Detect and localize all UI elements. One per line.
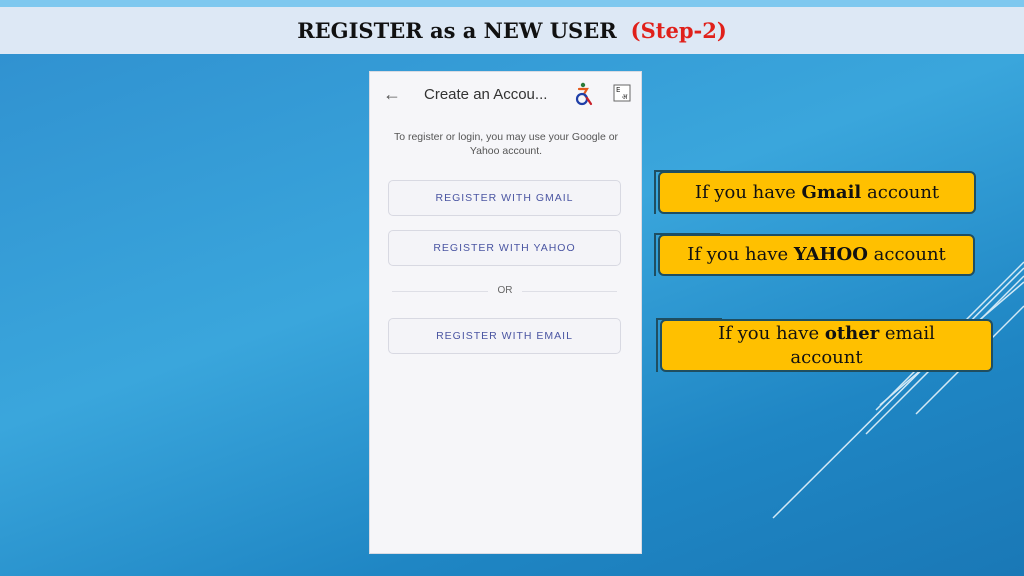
slide-title: REGISTER as a NEW USER bbox=[297, 18, 617, 43]
callout-other-prefix: If you have bbox=[718, 322, 825, 344]
callout-connector-other-v bbox=[656, 318, 658, 372]
back-arrow-icon[interactable]: ← bbox=[382, 84, 402, 105]
login-info-text: To register or login, you may use your G… bbox=[393, 131, 619, 157]
app-header: ← Create an Accou... E अ bbox=[370, 72, 641, 118]
callout-yahoo-suffix: account bbox=[867, 244, 946, 265]
or-label: OR bbox=[488, 285, 522, 296]
top-accent-strip bbox=[0, 0, 1024, 7]
accessibility-icon[interactable] bbox=[573, 82, 595, 106]
callout-gmail-prefix: If you have bbox=[694, 181, 802, 203]
callout-gmail-bold: Gmail bbox=[801, 181, 862, 203]
register-yahoo-button[interactable]: REGISTER WITH YAHOO bbox=[388, 230, 621, 266]
language-toggle-icon[interactable]: E अ bbox=[613, 84, 631, 102]
slide-step-label: (Step-2) bbox=[630, 18, 727, 43]
svg-text:अ: अ bbox=[622, 93, 628, 101]
slide-title-bar: REGISTER as a NEW USER (Step-2) bbox=[0, 7, 1024, 54]
register-email-button[interactable]: REGISTER WITH EMAIL bbox=[388, 318, 621, 354]
header-title: Create an Accou... bbox=[424, 86, 548, 103]
callout-gmail-suffix: account bbox=[861, 181, 940, 203]
callout-connector-gmail-v bbox=[654, 170, 656, 214]
register-gmail-button[interactable]: REGISTER WITH GMAIL bbox=[388, 180, 621, 216]
phone-screen: ← Create an Accou... E अ To register or … bbox=[370, 72, 641, 553]
callout-yahoo-prefix: If you have bbox=[687, 244, 794, 265]
callout-gmail: If you have Gmail account bbox=[658, 171, 976, 214]
svg-text:E: E bbox=[616, 86, 620, 94]
callout-other-email: If you have other email account bbox=[660, 319, 993, 372]
callout-yahoo: If you have YAHOO account bbox=[658, 234, 975, 276]
callout-connector-yahoo-v bbox=[654, 233, 656, 276]
callout-other-bold: other bbox=[824, 322, 880, 344]
callout-yahoo-bold: YAHOO bbox=[793, 244, 868, 265]
